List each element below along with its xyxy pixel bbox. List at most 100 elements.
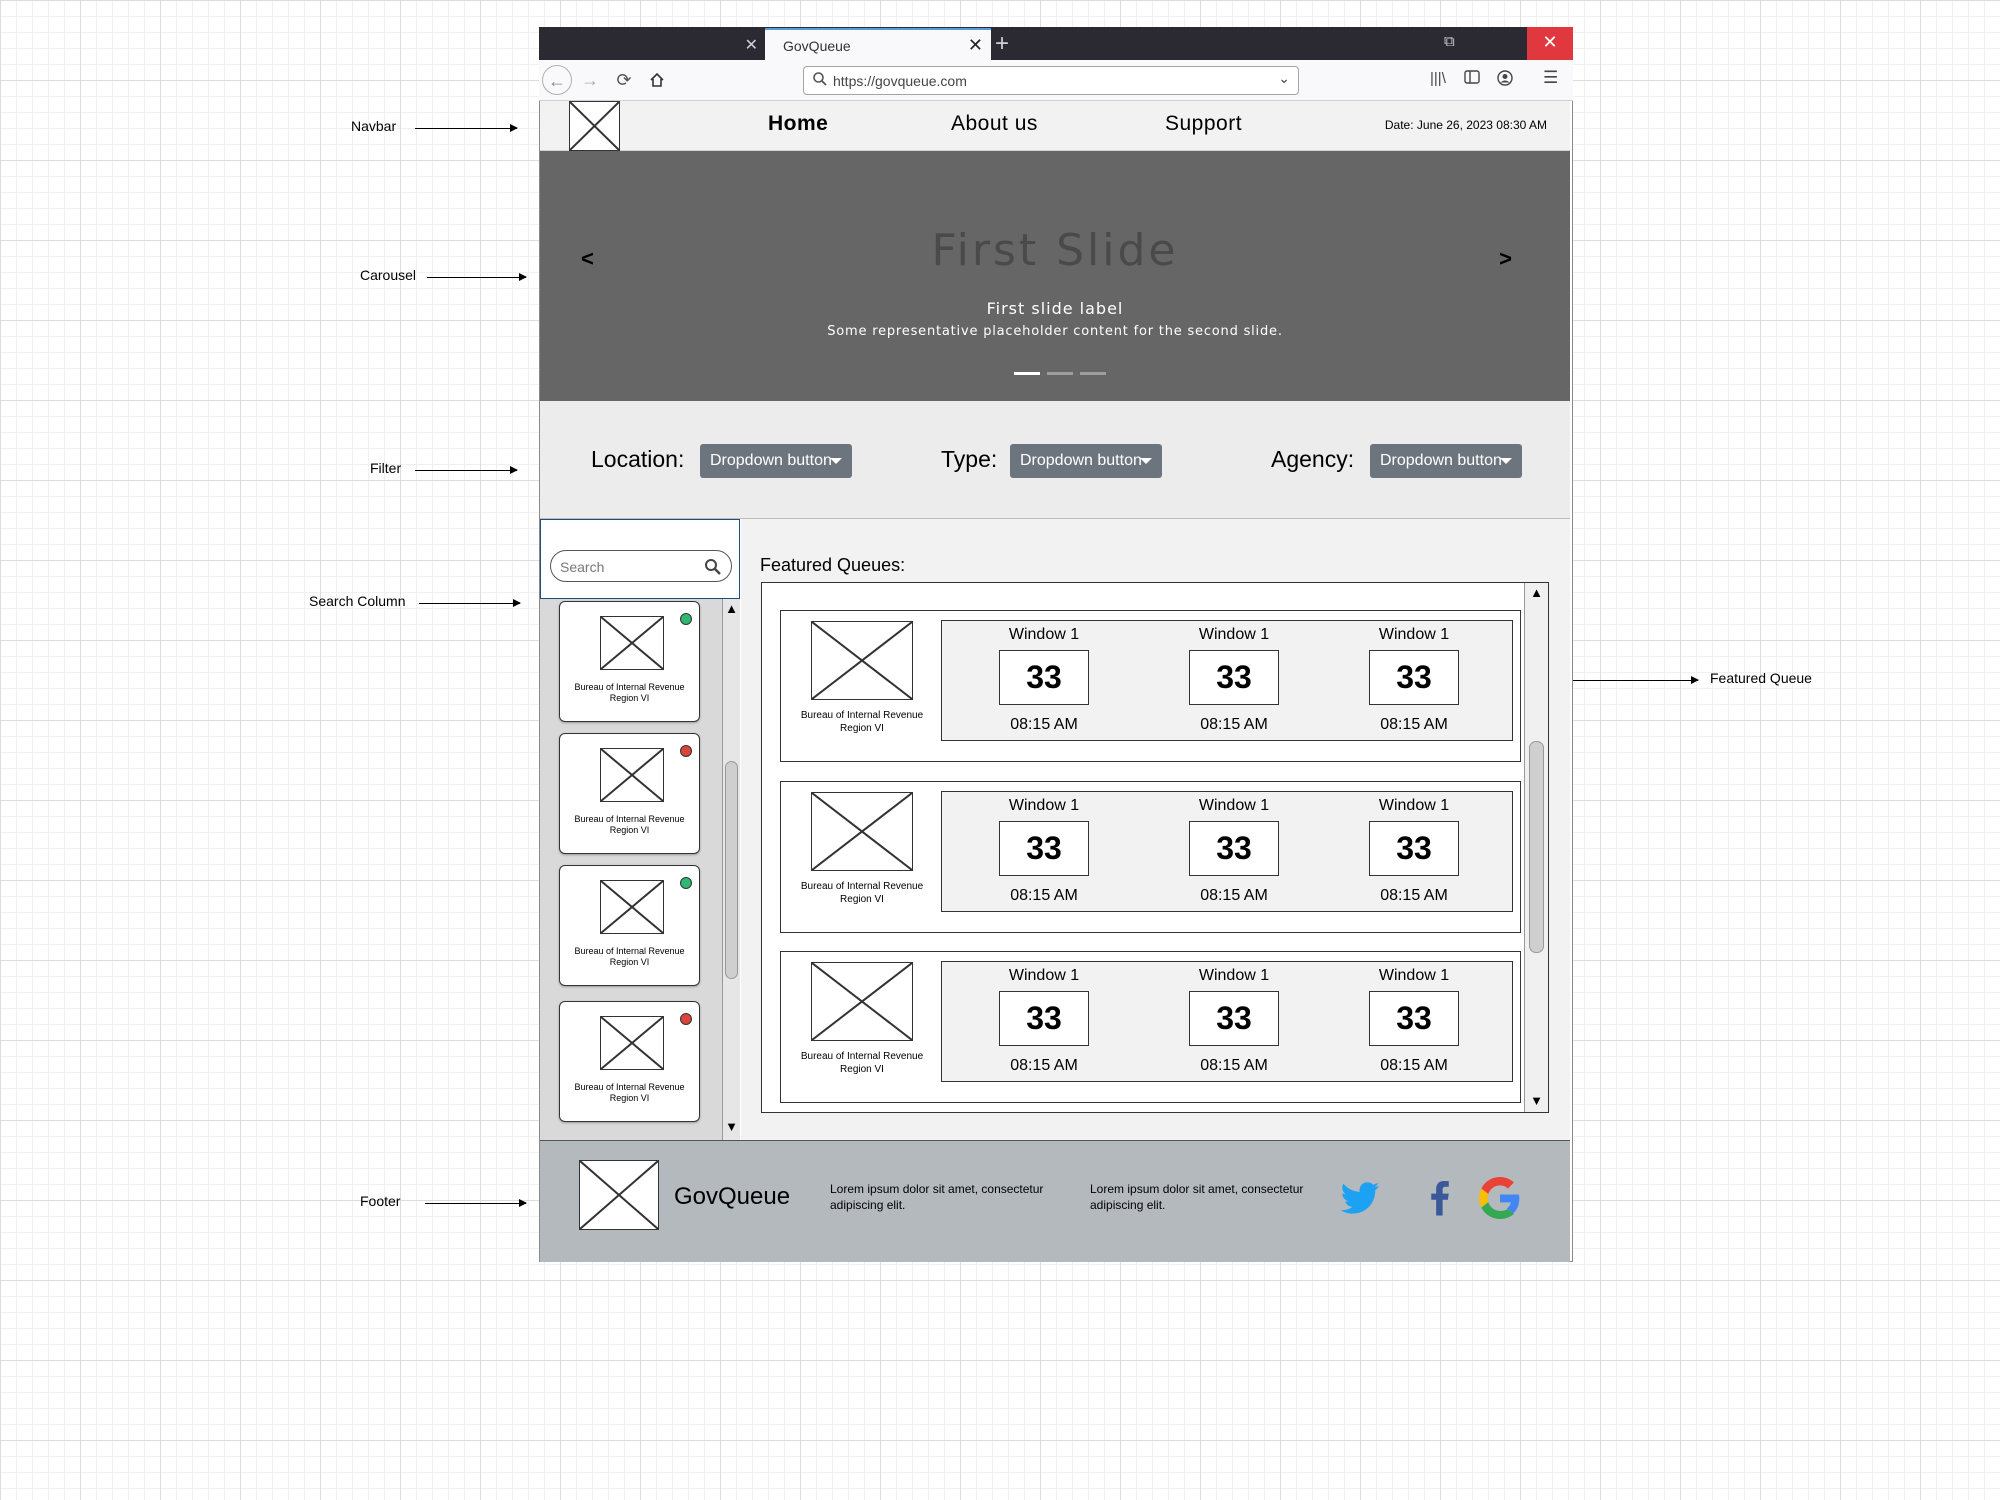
window-block: Window 1 33 08:15 AM — [1354, 625, 1474, 734]
menu-icon[interactable]: ☰ — [1543, 68, 1558, 88]
close-icon[interactable]: ✕ — [745, 35, 758, 55]
type-dropdown-button[interactable]: Dropdown button — [1010, 444, 1162, 478]
scroll-down-icon[interactable]: ▼ — [723, 1119, 740, 1135]
window-grid: Window 1 33 08:15 AM Window 1 33 08:15 A… — [941, 961, 1513, 1082]
window-block: Window 1 33 08:15 AM — [1174, 796, 1294, 905]
facebook-icon[interactable] — [1419, 1177, 1461, 1219]
queue-card[interactable]: Bureau of Internal Revenue Region VI Win… — [780, 610, 1521, 762]
scrollbar-thumb[interactable] — [725, 761, 738, 979]
tab-govqueue[interactable]: GovQueue ✕ — [765, 28, 991, 60]
agency-card[interactable]: Bureau of Internal Revenue Region VI — [559, 733, 700, 854]
nav-link-about-us[interactable]: About us — [951, 112, 1038, 136]
agency-dropdown-label: Dropdown button — [1380, 452, 1502, 469]
status-dot-open — [680, 877, 692, 889]
restore-window-icon[interactable]: ⧉ — [1444, 33, 1455, 50]
nav-link-home[interactable]: Home — [768, 112, 828, 136]
search-icon — [813, 72, 827, 86]
window-block: Window 1 33 08:15 AM — [984, 796, 1104, 905]
window-time: 08:15 AM — [1200, 887, 1268, 904]
window-number: 33 — [1369, 821, 1459, 876]
status-dot-open — [680, 613, 692, 625]
back-icon[interactable]: ← — [542, 65, 572, 95]
window-label: Window 1 — [1198, 797, 1270, 814]
forward-icon[interactable]: → — [575, 65, 605, 95]
window-number: 33 — [1189, 650, 1279, 705]
window-block: Window 1 33 08:15 AM — [1354, 966, 1474, 1075]
carousel-indicator[interactable] — [1080, 372, 1106, 375]
window-grid: Window 1 33 08:15 AM Window 1 33 08:15 A… — [941, 791, 1513, 912]
location-dropdown-button[interactable]: Dropdown button — [700, 444, 852, 478]
navbar: Home About us Support Date: June 26, 202… — [540, 101, 1570, 151]
queue-agency-logo-placeholder — [811, 621, 913, 700]
window-number: 33 — [1369, 991, 1459, 1046]
annotation-featured-queue: Featured Queue — [1710, 670, 1812, 686]
agency-card[interactable]: Bureau of Internal Revenue Region VI — [559, 601, 700, 722]
browser-toolbar: ← → ⟳ https://govqueue.com ⌄ |||\ ☰ — [539, 60, 1573, 101]
caret-down-icon — [830, 458, 842, 464]
search-icon[interactable] — [704, 558, 722, 576]
nav-link-support[interactable]: Support — [1165, 112, 1242, 136]
queue-card[interactable]: Bureau of Internal Revenue Region VI Win… — [780, 951, 1521, 1103]
queue-agency-name: Bureau of Internal Revenue Region VI — [800, 881, 924, 905]
carousel-next-button[interactable]: > — [1499, 246, 1512, 272]
queue-card[interactable]: Bureau of Internal Revenue Region VI Win… — [780, 781, 1521, 933]
sidebar-icon[interactable] — [1464, 70, 1480, 88]
scrollbar-thumb[interactable] — [1529, 741, 1544, 953]
agency-list-scrollbar[interactable]: ▲ ▼ — [722, 599, 740, 1140]
agency-name: Bureau of Internal Revenue Region VI — [574, 1082, 685, 1103]
queue-agency-name: Bureau of Internal Revenue Region VI — [800, 710, 924, 734]
annotation-carousel: Carousel — [360, 267, 417, 283]
agency-name: Bureau of Internal Revenue Region VI — [574, 946, 685, 967]
footer: GovQueue Lorem ipsum dolor sit amet, con… — [540, 1140, 1570, 1262]
search-input[interactable]: Search — [550, 550, 732, 582]
agency-card[interactable]: Bureau of Internal Revenue Region VI — [559, 1001, 700, 1122]
window-number: 33 — [999, 991, 1089, 1046]
chevron-down-icon[interactable]: ⌄ — [1278, 70, 1290, 87]
scroll-down-icon[interactable]: ▼ — [1525, 1093, 1548, 1109]
agency-card[interactable]: Bureau of Internal Revenue Region VI — [559, 865, 700, 986]
tab-inactive[interactable]: ✕ — [539, 27, 764, 60]
agency-dropdown-button[interactable]: Dropdown button — [1370, 444, 1522, 478]
footer-text: Lorem ipsum dolor sit amet, consectetur … — [830, 1182, 1044, 1212]
scroll-up-icon[interactable]: ▲ — [1525, 585, 1548, 601]
close-icon[interactable]: ✕ — [968, 35, 983, 56]
window-number: 33 — [999, 650, 1089, 705]
queue-agency-name: Bureau of Internal Revenue Region VI — [800, 1051, 924, 1075]
agency-logo-placeholder — [600, 1016, 664, 1070]
agency-logo-placeholder — [600, 748, 664, 802]
location-dropdown-label: Dropdown button — [710, 452, 832, 469]
agency-name: Bureau of Internal Revenue Region VI — [574, 682, 685, 703]
reload-icon[interactable]: ⟳ — [609, 65, 639, 95]
footer-logo-placeholder — [579, 1160, 659, 1230]
annotation-filter: Filter — [370, 460, 402, 476]
slide-label: First slide label — [986, 299, 1124, 318]
tab-title: GovQueue — [783, 38, 851, 54]
account-icon[interactable] — [1497, 70, 1513, 90]
annotation-search-column: Search Column — [309, 593, 406, 609]
scroll-up-icon[interactable]: ▲ — [723, 601, 740, 617]
url-bar[interactable]: https://govqueue.com ⌄ — [803, 66, 1299, 95]
new-tab-icon[interactable]: + — [995, 30, 1009, 58]
featured-queue-scrollbar[interactable]: ▲ ▼ — [1524, 583, 1548, 1112]
window-block: Window 1 33 08:15 AM — [1174, 966, 1294, 1075]
featured-title: Featured Queues: — [760, 555, 906, 575]
window-label: Window 1 — [1008, 626, 1080, 643]
window-block: Window 1 33 08:15 AM — [1354, 796, 1474, 905]
carousel-indicator[interactable] — [1047, 372, 1073, 375]
page-content: Home About us Support Date: June 26, 202… — [539, 101, 1573, 1262]
slide-caption: Some representative placeholder content … — [827, 324, 1283, 339]
agency-logo-placeholder — [600, 616, 664, 670]
window-time: 08:15 AM — [1380, 887, 1448, 904]
library-icon[interactable]: |||\ — [1430, 70, 1446, 87]
google-icon[interactable] — [1479, 1177, 1521, 1219]
close-window-button[interactable]: ✕ — [1527, 27, 1573, 60]
footer-text: Lorem ipsum dolor sit amet, consectetur … — [1090, 1182, 1304, 1212]
carousel-indicators — [1014, 362, 1113, 380]
twitter-icon[interactable] — [1339, 1177, 1381, 1219]
browser-window: ✕ GovQueue ✕ + ⧉ ✕ ← → ⟳ https://govqueu… — [539, 27, 1573, 1262]
carousel-prev-button[interactable]: < — [581, 246, 594, 272]
logo-placeholder[interactable] — [569, 101, 620, 151]
carousel-indicator[interactable] — [1014, 372, 1040, 375]
home-icon[interactable] — [642, 65, 672, 95]
annotation-arrow-filter — [415, 466, 518, 474]
